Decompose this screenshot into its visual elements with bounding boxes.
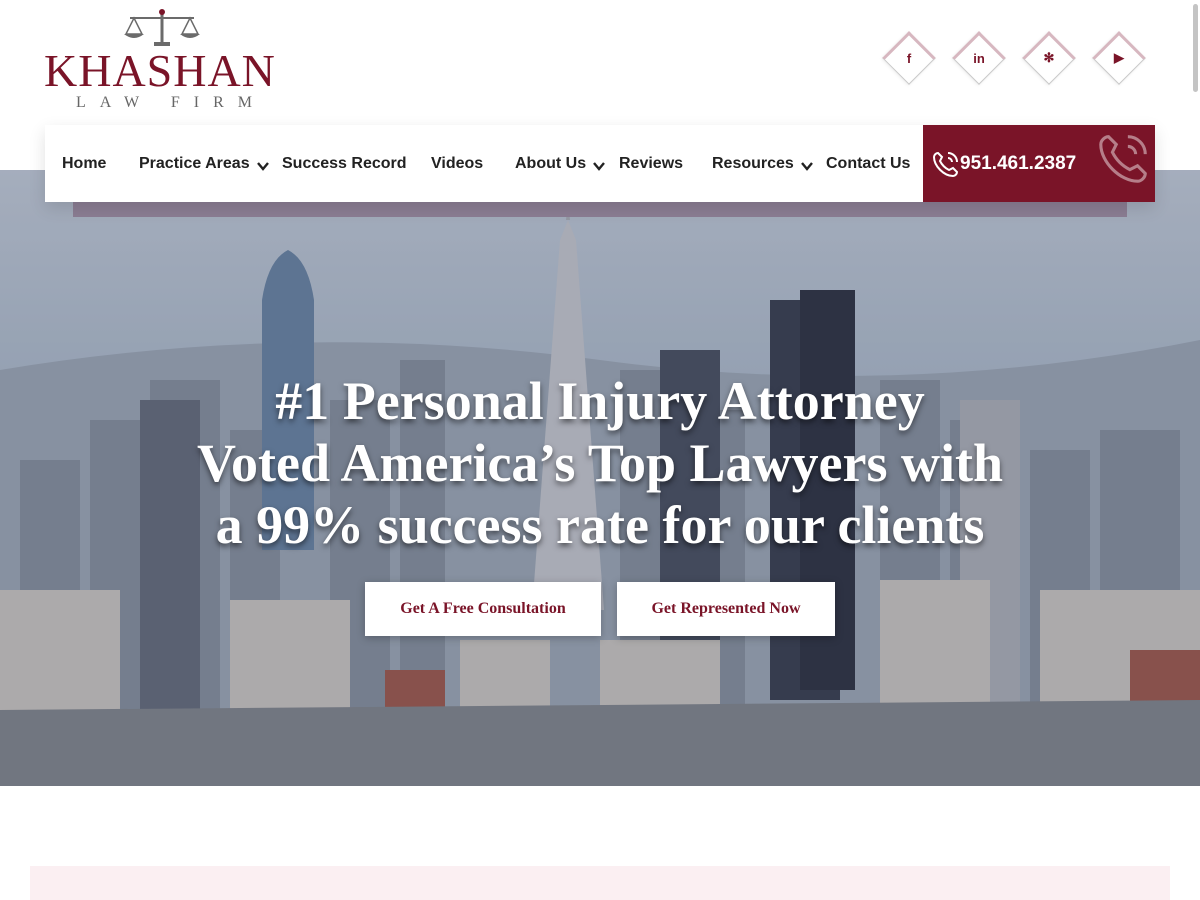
nav-practice-areas[interactable]: Practice Areas xyxy=(139,125,270,202)
hero-line-2: Voted America’s Top Lawyers with xyxy=(196,433,1004,493)
chevron-down-icon xyxy=(256,161,269,171)
linkedin-icon: in xyxy=(973,50,985,66)
phone-call-button[interactable]: 951.461.2387 xyxy=(923,125,1155,202)
nav-reviews[interactable]: Reviews xyxy=(619,125,683,202)
facebook-link[interactable]: f xyxy=(882,31,936,85)
youtube-link[interactable]: ▶ xyxy=(1092,31,1146,85)
nav-label: Reviews xyxy=(619,154,684,172)
nav-label: Success Record xyxy=(282,154,407,172)
content-section-top xyxy=(30,866,1170,900)
logo-subtitle: LAW FIRM xyxy=(76,94,266,111)
phone-watermark-icon xyxy=(1099,135,1147,183)
hero-headline: #1 Personal Injury Attorney Voted Americ… xyxy=(100,370,1100,556)
phone-number: 951.461.2387 xyxy=(960,152,1077,174)
chevron-down-icon xyxy=(593,161,606,171)
nav-underlay xyxy=(73,200,1127,217)
hero-banner: #1 Personal Injury Attorney Voted Americ… xyxy=(0,170,1200,786)
nav-resources[interactable]: Resources xyxy=(712,125,814,202)
nav-label: Practice Areas xyxy=(139,154,250,172)
chevron-down-icon xyxy=(800,161,813,171)
youtube-icon: ▶ xyxy=(1114,50,1124,65)
nav-label: Videos xyxy=(431,154,484,172)
free-consultation-button[interactable]: Get A Free Consultation xyxy=(365,582,601,636)
nav-label: Resources xyxy=(712,154,794,172)
nav-label: About Us xyxy=(515,154,587,172)
get-represented-button[interactable]: Get Represented Now xyxy=(617,582,835,636)
nav-about-us[interactable]: About Us xyxy=(515,125,606,202)
nav-videos[interactable]: Videos xyxy=(431,125,483,202)
scrollbar-thumb[interactable] xyxy=(1193,4,1198,92)
logo-wordmark: KHASHAN xyxy=(44,45,276,96)
nav-success-record[interactable]: Success Record xyxy=(282,125,407,202)
scales-of-justice-icon xyxy=(124,9,200,46)
site-logo[interactable]: KHASHAN LAW FIRM xyxy=(44,8,284,112)
main-nav: Home Practice Areas Success Record Video… xyxy=(45,125,1155,202)
nav-contact-us[interactable]: Contact Us xyxy=(826,125,910,202)
yelp-link[interactable]: ✻ xyxy=(1022,31,1076,85)
hero-line-3: a 99% success rate for our clients xyxy=(215,495,985,555)
facebook-icon: f xyxy=(906,50,912,66)
phone-icon xyxy=(932,151,959,178)
hero-line-1: #1 Personal Injury Attorney xyxy=(275,371,925,431)
linkedin-link[interactable]: in xyxy=(952,31,1006,85)
yelp-icon: ✻ xyxy=(1043,50,1055,65)
nav-home[interactable]: Home xyxy=(62,125,106,202)
nav-label: Home xyxy=(62,154,107,172)
nav-label: Contact Us xyxy=(826,154,911,172)
social-links: f in ✻ ▶ xyxy=(882,31,1146,91)
